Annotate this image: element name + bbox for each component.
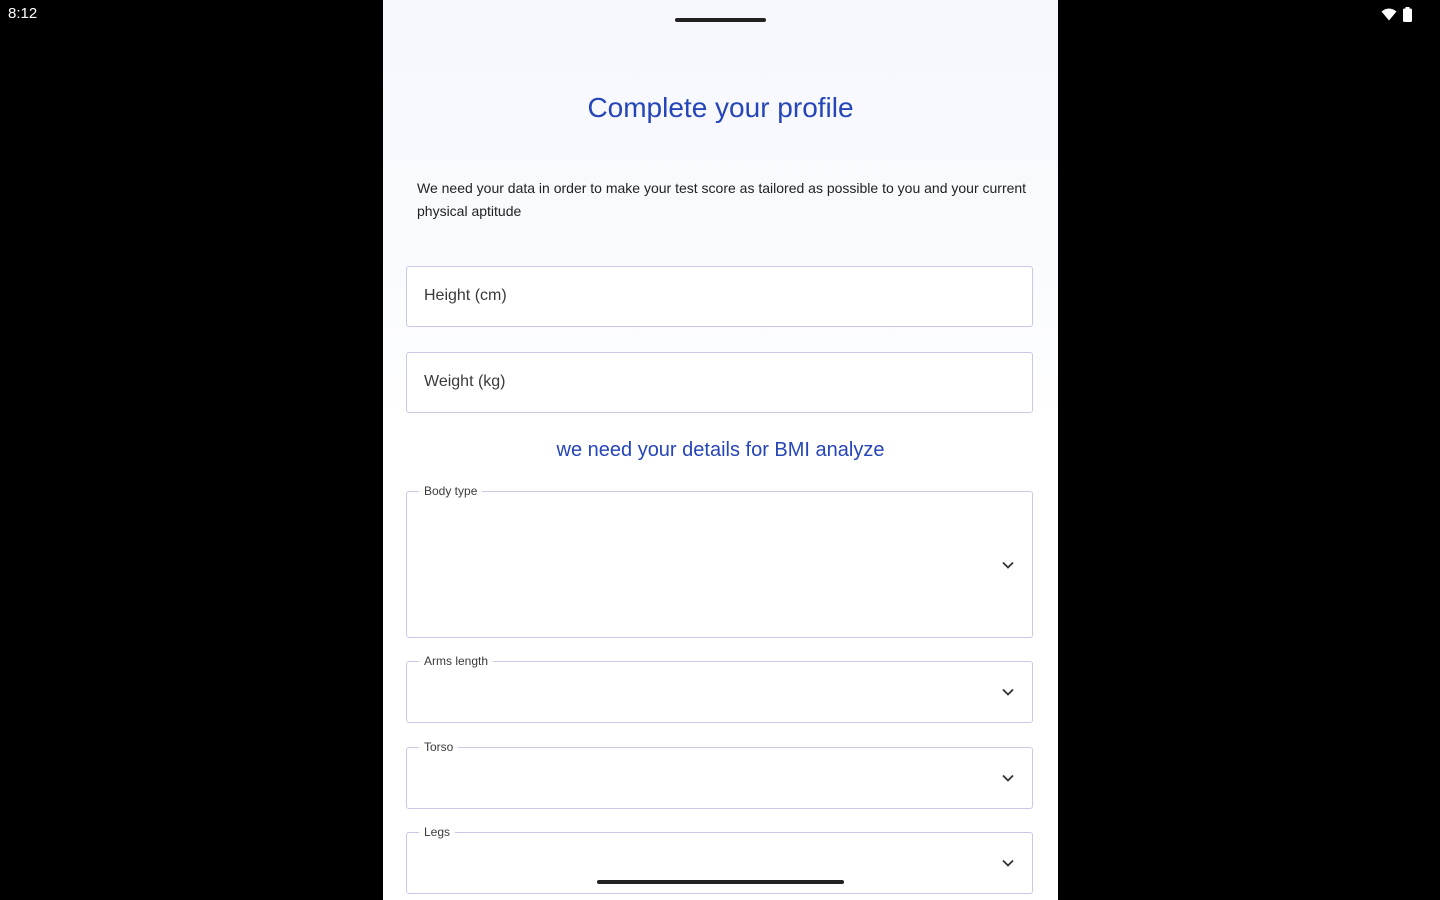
weight-field-placeholder: Weight (kg) xyxy=(424,373,506,390)
page-title: Complete your profile xyxy=(587,92,854,123)
torso-label: Torso xyxy=(419,739,459,755)
battery-icon xyxy=(1403,7,1412,22)
arms-length-dropdown[interactable]: Arms length xyxy=(406,653,1033,723)
arms-length-label: Arms length xyxy=(419,653,494,669)
chevron-down-icon xyxy=(1002,859,1014,867)
status-icons xyxy=(1381,7,1412,22)
status-time: 8:12 xyxy=(8,5,38,22)
chevron-down-icon xyxy=(1002,561,1014,569)
chevron-down-icon xyxy=(1002,688,1014,696)
height-field[interactable]: Height (cm) xyxy=(406,266,1033,327)
torso-dropdown[interactable]: Torso xyxy=(406,739,1033,809)
body-type-label: Body type xyxy=(419,483,483,499)
legs-dropdown[interactable]: Legs xyxy=(406,824,1033,894)
profile-description: We need your data in order to make your … xyxy=(417,180,1027,219)
wifi-icon xyxy=(1381,8,1397,21)
profile-sheet: Complete your profile We need your data … xyxy=(383,0,1058,900)
body-type-dropdown[interactable]: Body type xyxy=(406,483,1033,638)
chevron-down-icon xyxy=(1002,774,1014,782)
drag-handle[interactable] xyxy=(675,18,766,22)
legs-label: Legs xyxy=(419,824,456,840)
navigation-handle[interactable] xyxy=(597,880,844,884)
bmi-note: we need your details for BMI analyze xyxy=(556,439,885,461)
weight-field[interactable]: Weight (kg) xyxy=(406,352,1033,413)
height-field-placeholder: Height (cm) xyxy=(424,287,507,304)
